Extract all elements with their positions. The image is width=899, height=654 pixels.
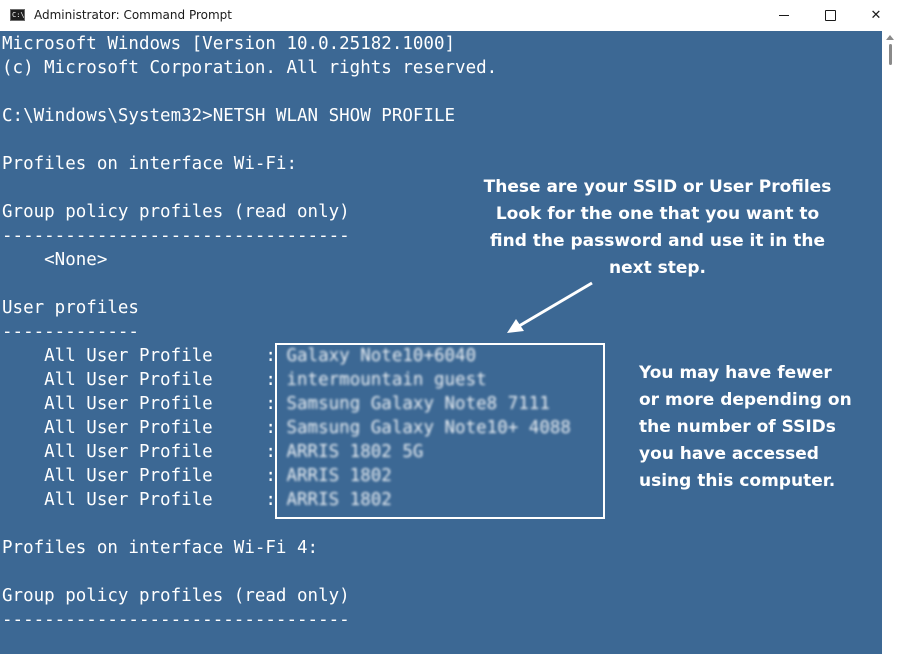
terminal-line: ---------------------------------: [2, 610, 350, 630]
profile-label: All User Profile :: [2, 370, 287, 390]
minimize-icon: [779, 15, 789, 16]
maximize-icon: [824, 10, 836, 21]
annotation-line: next step.: [608, 258, 707, 278]
profile-label: All User Profile :: [2, 466, 287, 486]
terminal-line: Group policy profiles (read only): [2, 586, 350, 606]
annotation-line: using this computer.: [639, 471, 836, 491]
scrollbar-thumb[interactable]: [889, 44, 892, 65]
terminal-line: -------------: [2, 322, 139, 342]
minimize-button[interactable]: [761, 0, 807, 31]
terminal-line: Profiles on interface Wi-Fi:: [2, 154, 298, 174]
command-prompt-icon: C:\.: [10, 9, 29, 21]
profiles-highlight-box: [275, 343, 605, 519]
terminal-output: Microsoft Windows [Version 10.0.25182.10…: [2, 32, 571, 632]
terminal-line: C:\Windows\System32>NETSH WLAN SHOW PROF…: [2, 106, 456, 126]
annotation-count-note: You may have fewer or more depending on …: [639, 360, 879, 495]
annotation-line: or more depending on: [639, 390, 852, 410]
profile-label: All User Profile :: [2, 490, 287, 510]
profile-label: All User Profile :: [2, 394, 287, 414]
annotation-line: the number of SSIDs: [639, 417, 836, 437]
terminal-line: Microsoft Windows [Version 10.0.25182.10…: [2, 34, 456, 54]
terminal-line: (c) Microsoft Corporation. All rights re…: [2, 58, 498, 78]
close-button[interactable]: ✕: [853, 0, 899, 31]
annotation-line: find the password and use it in the: [489, 231, 825, 251]
terminal-line: Profiles on interface Wi-Fi 4:: [2, 538, 319, 558]
annotation-line: You may have fewer: [639, 363, 832, 383]
annotation-line: you have accessed: [639, 444, 819, 464]
window-title: Administrator: Command Prompt: [34, 8, 232, 22]
profile-label: All User Profile :: [2, 418, 287, 438]
terminal-line: User profiles: [2, 298, 139, 318]
annotation-line: These are your SSID or User Profiles: [483, 177, 832, 197]
profile-label: All User Profile :: [2, 346, 287, 366]
scroll-up-arrow-icon[interactable]: [886, 35, 894, 40]
maximize-button[interactable]: [807, 0, 853, 31]
close-icon: ✕: [870, 8, 882, 23]
annotation-line: Look for the one that you want to: [495, 204, 820, 224]
annotation-ssid-note: These are your SSID or User Profiles Loo…: [470, 174, 845, 282]
vertical-scrollbar[interactable]: [882, 31, 899, 654]
title-bar[interactable]: C:\. Administrator: Command Prompt ✕: [0, 0, 899, 31]
profile-label: All User Profile :: [2, 442, 287, 462]
